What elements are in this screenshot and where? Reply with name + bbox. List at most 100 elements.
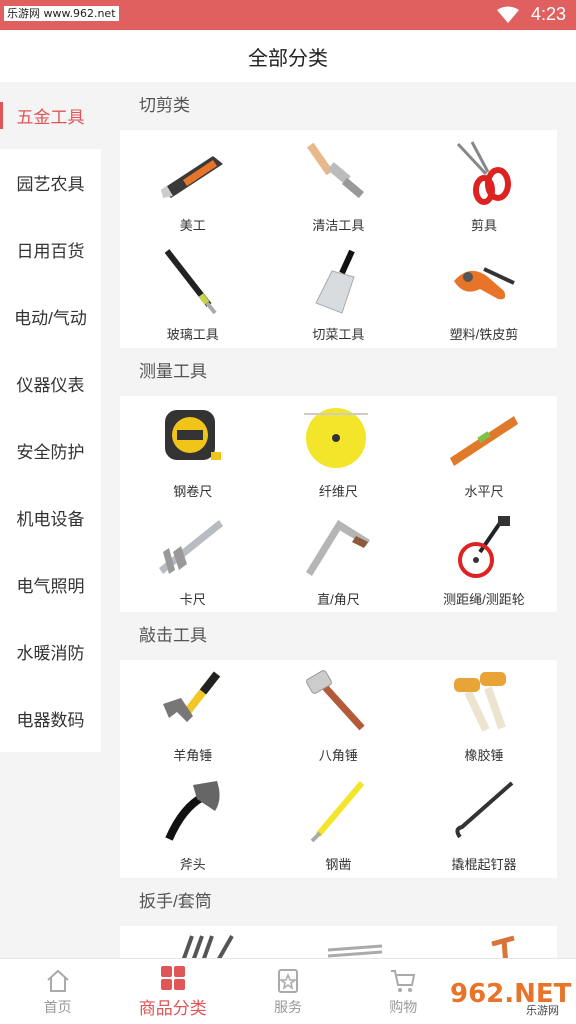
sledge-hammer-icon [306,670,365,731]
category-item-utility-knife[interactable]: 美工 [120,130,266,239]
category-item-label: 直/角尺 [317,592,360,607]
category-item-label: 钢凿 [325,857,352,872]
sidebar-item-label: 园艺农具 [16,175,85,194]
tab-service[interactable]: 服务 [230,959,345,1024]
status-icons: 4:23 [496,4,566,25]
rubber-mallet-icon [453,672,506,732]
section-title-wrenches: 扳手/套筒 [139,892,212,911]
watermark-label: 乐游网 www.962.net [4,6,119,21]
page-header: 全部分类 [0,30,576,82]
category-item-label: 切菜工具 [312,327,365,342]
category-item-pipe-cutter[interactable]: 塑料/铁皮剪 [411,239,557,348]
category-item-crowbar[interactable]: 撬棍起钉器 [411,769,557,878]
tab-label: 购物 [389,998,418,1015]
sidebar-item-label: 仪器仪表 [16,376,85,395]
category-item-scissors[interactable]: 剪具 [411,130,557,239]
section-grid-striking: 羊角锤 八角锤 橡胶锤 斧头 钢凿 撬棍起钉器 [120,660,557,878]
measuring-wheel-icon [457,516,510,578]
category-item-label: 撬棍起钉器 [451,857,517,872]
sidebar-item-label: 电气照明 [16,577,85,596]
fiber-tape-icon [304,408,369,468]
sidebar-item-power-tools[interactable]: 电动/气动 [0,283,101,350]
sidebar-item-gardening[interactable]: 园艺农具 [0,149,101,216]
category-item-glass-cutter[interactable]: 玻璃工具 [120,239,266,348]
caliper-icon [158,520,223,574]
category-item-sledge-hammer[interactable]: 八角锤 [266,660,412,769]
sidebar-item-label: 机电设备 [16,510,85,529]
category-icon [160,966,185,990]
chisel-icon [310,781,365,843]
category-item-label: 美工 [179,218,206,233]
sidebar-item-label: 电器数码 [16,711,85,730]
category-item-label: 斧头 [179,857,206,872]
category-item-label: 橡胶锤 [464,748,504,763]
site-logo: 962.NET 乐游网 [442,974,572,1017]
section-title-measuring: 测量工具 [139,362,207,381]
sidebar-item-lighting[interactable]: 电气照明 [0,551,101,618]
section-title-cutting: 切剪类 [139,96,190,115]
cart-icon [391,969,416,992]
category-item-measuring-wheel[interactable]: 测距绳/测距轮 [411,504,557,612]
category-item-label: 钢卷尺 [173,484,213,499]
category-item-label: 清洁工具 [312,218,365,233]
category-item-spirit-level[interactable]: 水平尺 [411,396,557,504]
sidebar-item-label: 安全防护 [16,443,85,462]
section-title-striking: 敲击工具 [139,626,207,645]
category-item-square-ruler[interactable]: 直/角尺 [266,504,412,612]
wifi-icon [496,6,519,23]
category-item-fiber-tape[interactable]: 纤维尺 [266,396,412,504]
sidebar-item-label: 水暖消防 [16,644,85,663]
crowbar-icon [455,781,514,839]
category-item-rubber-mallet[interactable]: 橡胶锤 [411,660,557,769]
glass-cutter-icon [164,249,217,315]
sidebar-item-electronics[interactable]: 电器数码 [0,685,101,752]
section-grid-wrenches [120,926,557,958]
scraper-icon [307,142,365,199]
svg-text:乐游网: 乐游网 [526,1004,559,1017]
sidebar-item-plumbing[interactable]: 水暖消防 [0,618,101,685]
section-grid-cutting: 美工 清洁工具 剪具 玻璃工具 切菜工具 塑料/铁皮剪 [120,130,557,348]
category-item-label: 水平尺 [464,484,504,499]
category-item-claw-hammer[interactable]: 羊角锤 [120,660,266,769]
sidebar-item-hardware[interactable]: 五金工具 [0,82,101,149]
spirit-level-icon [449,416,518,466]
category-item-label: 测距绳/测距轮 [443,592,525,607]
sidebar-item-machinery[interactable]: 机电设备 [0,484,101,551]
sidebar-item-label: 五金工具 [16,108,85,127]
section-grid-measuring: 钢卷尺 纤维尺 水平尺 卡尺 直/角尺 测距绳/测距轮 [120,396,557,612]
category-item-axe[interactable]: 斧头 [120,769,266,878]
sidebar-item-label: 日用百货 [16,242,85,261]
tab-category[interactable]: 商品分类 [115,959,230,1024]
category-item-caliper[interactable]: 卡尺 [120,504,266,612]
tape-measure-icon [164,410,221,460]
claw-hammer-icon [162,671,220,722]
category-item-label: 羊角锤 [173,748,213,763]
tab-label: 首页 [43,998,72,1015]
category-item-label: 玻璃工具 [166,327,219,342]
category-item-label: 八角锤 [318,748,358,763]
page-title: 全部分类 [248,47,328,70]
status-time: 4:23 [530,4,566,24]
category-item-chisel[interactable]: 钢凿 [266,769,412,878]
sidebar-item-instruments[interactable]: 仪器仪表 [0,350,101,417]
home-icon [46,969,69,992]
category-sidebar: 五金工具 园艺农具 日用百货 电动/气动 仪器仪表 安全防护 机电设备 电气照明… [0,82,101,752]
tab-label: 服务 [274,998,302,1015]
cleaver-icon [315,249,356,314]
utility-knife-icon [160,156,223,198]
category-item-scraper[interactable]: 清洁工具 [266,130,412,239]
sidebar-item-daily-goods[interactable]: 日用百货 [0,216,101,283]
service-icon [278,968,298,993]
sidebar-item-safety[interactable]: 安全防护 [0,417,101,484]
category-item-label: 卡尺 [179,592,206,607]
category-item-cleaver[interactable]: 切菜工具 [266,239,412,348]
category-item-label: 纤维尺 [318,484,358,499]
tab-home[interactable]: 首页 [0,959,115,1024]
wrench-preview-icons [182,935,515,958]
category-item-label: 塑料/铁皮剪 [449,327,519,342]
scissors-icon [456,141,511,205]
square-ruler-icon [306,520,371,576]
category-item-tape-measure[interactable]: 钢卷尺 [120,396,266,504]
axe-icon [165,781,220,841]
tab-label: 商品分类 [138,999,207,1018]
